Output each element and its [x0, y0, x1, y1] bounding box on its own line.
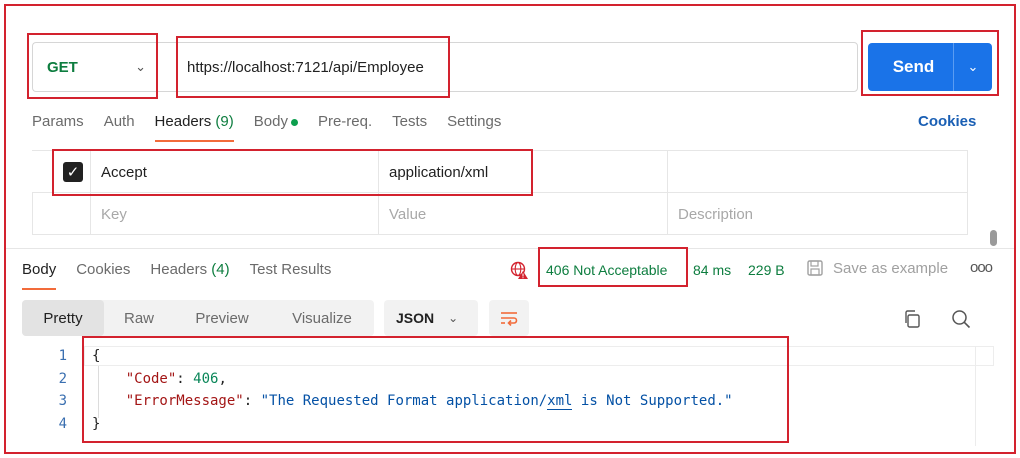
value-placeholder[interactable]: Value [378, 193, 667, 235]
view-preview[interactable]: Preview [174, 300, 270, 336]
code-scrollbar[interactable] [975, 346, 990, 446]
body-indicator-dot [290, 118, 298, 126]
current-line-highlight [84, 346, 994, 366]
tab-body[interactable]: Body [254, 112, 298, 142]
code-line: "ErrorMessage": "The Requested Format ap… [125, 393, 733, 410]
empty-check-cell [32, 193, 90, 235]
chevron-down-icon: ⌄ [448, 311, 459, 325]
tab-test-results[interactable]: Test Results [250, 260, 332, 290]
table-row: Key Value Description [32, 193, 968, 235]
header-description-cell[interactable] [667, 151, 968, 193]
response-code-viewer[interactable]: 1 2 3 4 { "Code": 406, "ErrorMessage": "… [0, 344, 1010, 444]
view-mode-segmented: Pretty Raw Preview Visualize [22, 300, 374, 336]
view-pretty[interactable]: Pretty [22, 300, 104, 336]
send-button[interactable]: Send ⌄ [868, 43, 992, 91]
method-select[interactable]: GET ⌄ [32, 42, 156, 92]
response-size[interactable]: 229 B [748, 260, 785, 280]
code-line: } [92, 416, 101, 432]
header-value-cell[interactable]: application/xml [378, 151, 667, 193]
response-headers-count: (4) [211, 261, 230, 278]
scrollbar-thumb[interactable] [990, 230, 997, 246]
chevron-down-icon: ⌄ [135, 59, 146, 74]
tab-headers[interactable]: Headers (9) [154, 112, 234, 142]
search-icon[interactable] [951, 309, 971, 329]
url-input[interactable]: https://localhost:7121/api/Employee [156, 42, 858, 92]
line-number: 3 [58, 393, 67, 409]
send-label: Send [892, 57, 935, 76]
line-number: 1 [58, 348, 67, 364]
chevron-down-icon[interactable]: ⌄ [954, 59, 992, 75]
headers-table: ✓ Accept application/xml Key Value Descr… [32, 150, 968, 236]
view-visualize[interactable]: Visualize [270, 300, 374, 336]
tab-params[interactable]: Params [32, 112, 84, 142]
response-time[interactable]: 84 ms [693, 260, 731, 280]
code-line: "Code": 406, [125, 371, 227, 387]
headers-count: (9) [215, 113, 234, 130]
tab-tests[interactable]: Tests [392, 112, 427, 142]
table-row: ✓ Accept application/xml [32, 151, 968, 193]
format-label: JSON [396, 310, 435, 326]
tab-response-body[interactable]: Body [22, 260, 57, 290]
tab-response-headers[interactable]: Headers (4) [150, 260, 229, 290]
tab-pre-request[interactable]: Pre-req. [318, 112, 372, 142]
wrap-lines-icon [501, 312, 518, 326]
url-text: https://localhost:7121/api/Employee [187, 58, 424, 76]
line-number: 4 [58, 416, 67, 432]
line-number: 2 [58, 371, 67, 387]
tab-response-cookies[interactable]: Cookies [76, 260, 130, 290]
key-placeholder[interactable]: Key [90, 193, 378, 235]
description-placeholder[interactable]: Description [667, 193, 968, 235]
request-tabs: Params Auth Headers (9) Body Pre-req. Te… [32, 112, 521, 142]
save-as-example-button[interactable]: Save as example [833, 259, 948, 279]
globe-warning-icon[interactable] [510, 261, 528, 279]
more-icon[interactable]: ooo [970, 258, 993, 278]
code-line: { [92, 348, 101, 364]
cookies-link[interactable]: Cookies [918, 112, 976, 132]
wrap-lines-button[interactable] [489, 300, 529, 336]
save-icon[interactable] [806, 259, 824, 277]
status-badge[interactable]: 406 Not Acceptable [546, 260, 667, 280]
tab-settings[interactable]: Settings [447, 112, 501, 142]
tab-auth[interactable]: Auth [104, 112, 135, 142]
pane-divider[interactable] [6, 248, 1014, 249]
method-label: GET [47, 58, 78, 76]
header-key-cell[interactable]: Accept [90, 151, 378, 193]
view-raw[interactable]: Raw [104, 300, 174, 336]
checkbox-checked-icon[interactable]: ✓ [63, 162, 83, 182]
response-tabs: Body Cookies Headers (4) Test Results [22, 260, 351, 290]
format-select[interactable]: JSON ⌄ [384, 300, 478, 336]
copy-icon[interactable] [902, 309, 922, 329]
